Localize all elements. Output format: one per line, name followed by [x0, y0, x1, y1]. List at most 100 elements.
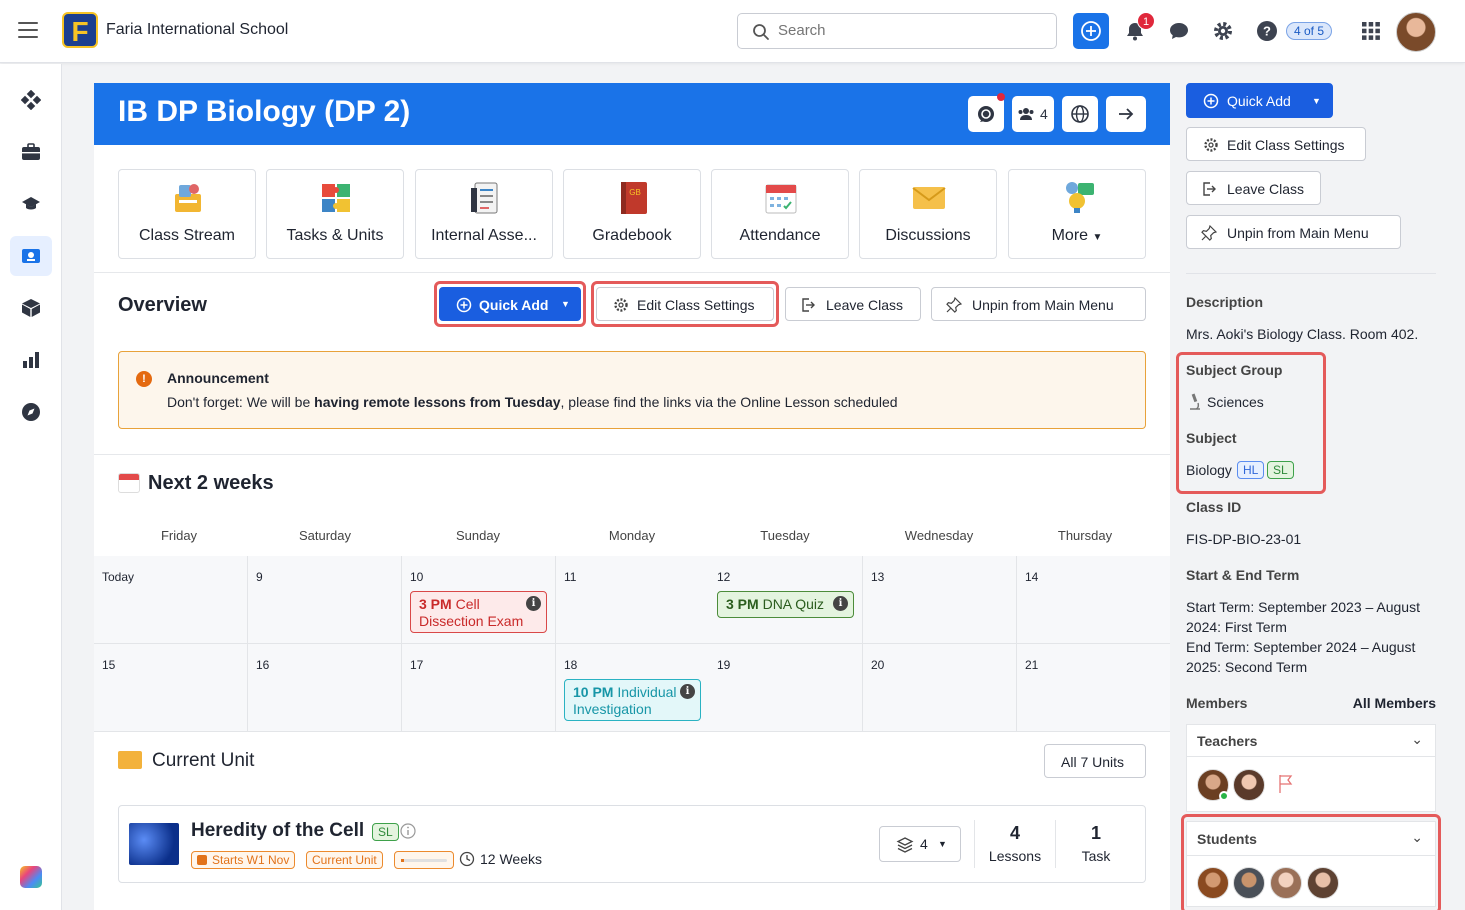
side-quick-add-button[interactable]: Quick Add ▼	[1186, 83, 1333, 118]
tile-attendance[interactable]: Attendance	[711, 169, 849, 259]
task-count: 1	[1090, 823, 1101, 843]
divider	[94, 454, 1170, 455]
event-cell-dissection-exam[interactable]: 3 PM Cell Dissection Exam i	[410, 591, 547, 633]
apps-grid-icon[interactable]	[1360, 20, 1382, 42]
side-leave-class-button[interactable]: Leave Class	[1186, 171, 1321, 205]
day-number: 18	[564, 658, 578, 672]
calendar-icon	[765, 184, 797, 214]
calendar-day[interactable]: 17	[402, 644, 556, 732]
chat-icon[interactable]	[1168, 20, 1190, 42]
tile-gradebook[interactable]: GB Gradebook	[563, 169, 701, 259]
info-outline-icon[interactable]	[400, 823, 416, 839]
sidebar-item-resources[interactable]	[10, 288, 52, 328]
day-number: 12	[717, 570, 731, 584]
calendar-day[interactable]: 15	[94, 644, 248, 732]
class-id-label: Class ID	[1186, 499, 1242, 515]
faria-brand-icon[interactable]	[20, 866, 42, 888]
calendar-day[interactable]: 10 3 PM Cell Dissection Exam i	[402, 556, 556, 644]
tile-class-stream[interactable]: Class Stream	[118, 169, 256, 259]
student-avatar[interactable]	[1270, 867, 1302, 899]
gear-icon[interactable]	[1212, 20, 1234, 42]
day-number: 9	[256, 570, 263, 584]
teachers-header[interactable]: Teachers ⌄	[1187, 725, 1435, 757]
unpin-button[interactable]: Unpin from Main Menu	[931, 287, 1146, 321]
class-stream-icon	[175, 184, 201, 212]
global-add-button[interactable]	[1073, 13, 1109, 49]
student-avatar[interactable]	[1233, 867, 1265, 899]
unit-stack-dropdown[interactable]: 4 ▼	[879, 826, 961, 862]
side-edit-settings-button[interactable]: Edit Class Settings	[1186, 127, 1366, 161]
sidebar-item-classes[interactable]	[10, 184, 52, 224]
all-members-link[interactable]: All Members	[1353, 695, 1436, 711]
calendar-day[interactable]: 9	[248, 556, 402, 644]
students-header[interactable]: Students ⌄	[1187, 822, 1435, 856]
side-unpin-button[interactable]: Unpin from Main Menu	[1186, 215, 1401, 249]
unit-card[interactable]: Heredity of the Cell SL Starts W1 Nov Cu…	[118, 805, 1146, 883]
all-units-button[interactable]: All 7 Units	[1044, 744, 1146, 778]
plus-circle-icon	[1081, 21, 1101, 41]
sidebar-item-explore[interactable]	[10, 392, 52, 432]
sidebar-item-reports[interactable]	[10, 340, 52, 380]
progress-bar	[401, 859, 447, 862]
tile-discussions[interactable]: Discussions	[859, 169, 997, 259]
envelope-icon	[912, 187, 946, 209]
folder-icon	[118, 751, 142, 769]
members-button[interactable]: 4	[1012, 96, 1054, 132]
student-avatar[interactable]	[1307, 867, 1339, 899]
web-link-button[interactable]	[1062, 96, 1098, 132]
info-icon[interactable]: i	[526, 596, 541, 611]
school-logo[interactable]: F	[62, 12, 98, 48]
teacher-avatar[interactable]	[1233, 769, 1265, 801]
class-chat-button[interactable]	[968, 93, 1005, 132]
quick-add-button[interactable]: Quick Add ▼	[439, 287, 581, 321]
student-avatar[interactable]	[1197, 867, 1229, 899]
layers-icon	[896, 837, 914, 853]
calendar-day[interactable]: 14	[1017, 556, 1170, 644]
sidebar-item-current-class[interactable]	[10, 236, 52, 276]
event-dna-quiz[interactable]: 3 PM DNA Quiz i	[717, 591, 854, 618]
tile-internal-assessment[interactable]: Internal Asse...	[415, 169, 553, 259]
calendar-day[interactable]: Today	[94, 556, 248, 644]
next-class-button[interactable]	[1106, 96, 1146, 132]
calendar-day[interactable]: 12 3 PM DNA Quiz i	[709, 556, 863, 644]
search-box[interactable]	[737, 13, 1057, 49]
exit-icon	[802, 298, 815, 312]
level-chip: SL	[372, 823, 399, 841]
calendar-day[interactable]: 18 10 PM Individual Investigation i	[556, 644, 710, 732]
sidebar-item-briefcase[interactable]	[10, 132, 52, 172]
page-indicator[interactable]: 4 of 5	[1286, 22, 1333, 40]
calendar-day[interactable]: 19	[709, 644, 863, 732]
calendar-day[interactable]: 11	[556, 556, 710, 644]
puzzle-icon	[322, 184, 350, 212]
calendar-day[interactable]: 20	[863, 644, 1017, 732]
subject-label: Subject	[1186, 430, 1237, 446]
sidebar-item-dashboard[interactable]	[10, 80, 52, 120]
edit-class-settings-button[interactable]: Edit Class Settings	[596, 287, 774, 321]
bar-chart-icon	[23, 352, 39, 368]
assessment-icon	[471, 182, 498, 214]
unit-name[interactable]: Heredity of the Cell	[191, 820, 364, 842]
user-avatar[interactable]	[1396, 12, 1436, 52]
calendar-day[interactable]: 13	[863, 556, 1017, 644]
leave-class-button[interactable]: Leave Class	[785, 287, 921, 321]
subject-group-value: Sciences	[1207, 394, 1264, 410]
leave-class-label: Leave Class	[1227, 181, 1305, 197]
help-icon[interactable]: ?	[1256, 20, 1278, 42]
teachers-label: Teachers	[1197, 733, 1258, 749]
class-id-value: FIS-DP-BIO-23-01	[1186, 531, 1302, 547]
event-individual-investigation[interactable]: 10 PM Individual Investigation i	[564, 679, 701, 721]
calendar-day[interactable]: 21	[1017, 644, 1170, 732]
tile-more[interactable]: More ▼	[1008, 169, 1146, 259]
menu-icon[interactable]	[18, 22, 38, 38]
tile-tasks-units[interactable]: Tasks & Units	[266, 169, 404, 259]
calendar-day[interactable]: 16	[248, 644, 402, 732]
school-name[interactable]: Faria International School	[106, 21, 288, 39]
class-board-icon	[22, 249, 40, 263]
leave-class-label: Leave Class	[826, 297, 904, 313]
info-icon[interactable]: i	[833, 596, 848, 611]
info-icon[interactable]: i	[680, 684, 695, 699]
day-header: Sunday	[455, 528, 501, 543]
edit-settings-label: Edit Class Settings	[1227, 137, 1345, 153]
day-number: Today	[102, 570, 135, 584]
search-input[interactable]	[778, 22, 1038, 39]
